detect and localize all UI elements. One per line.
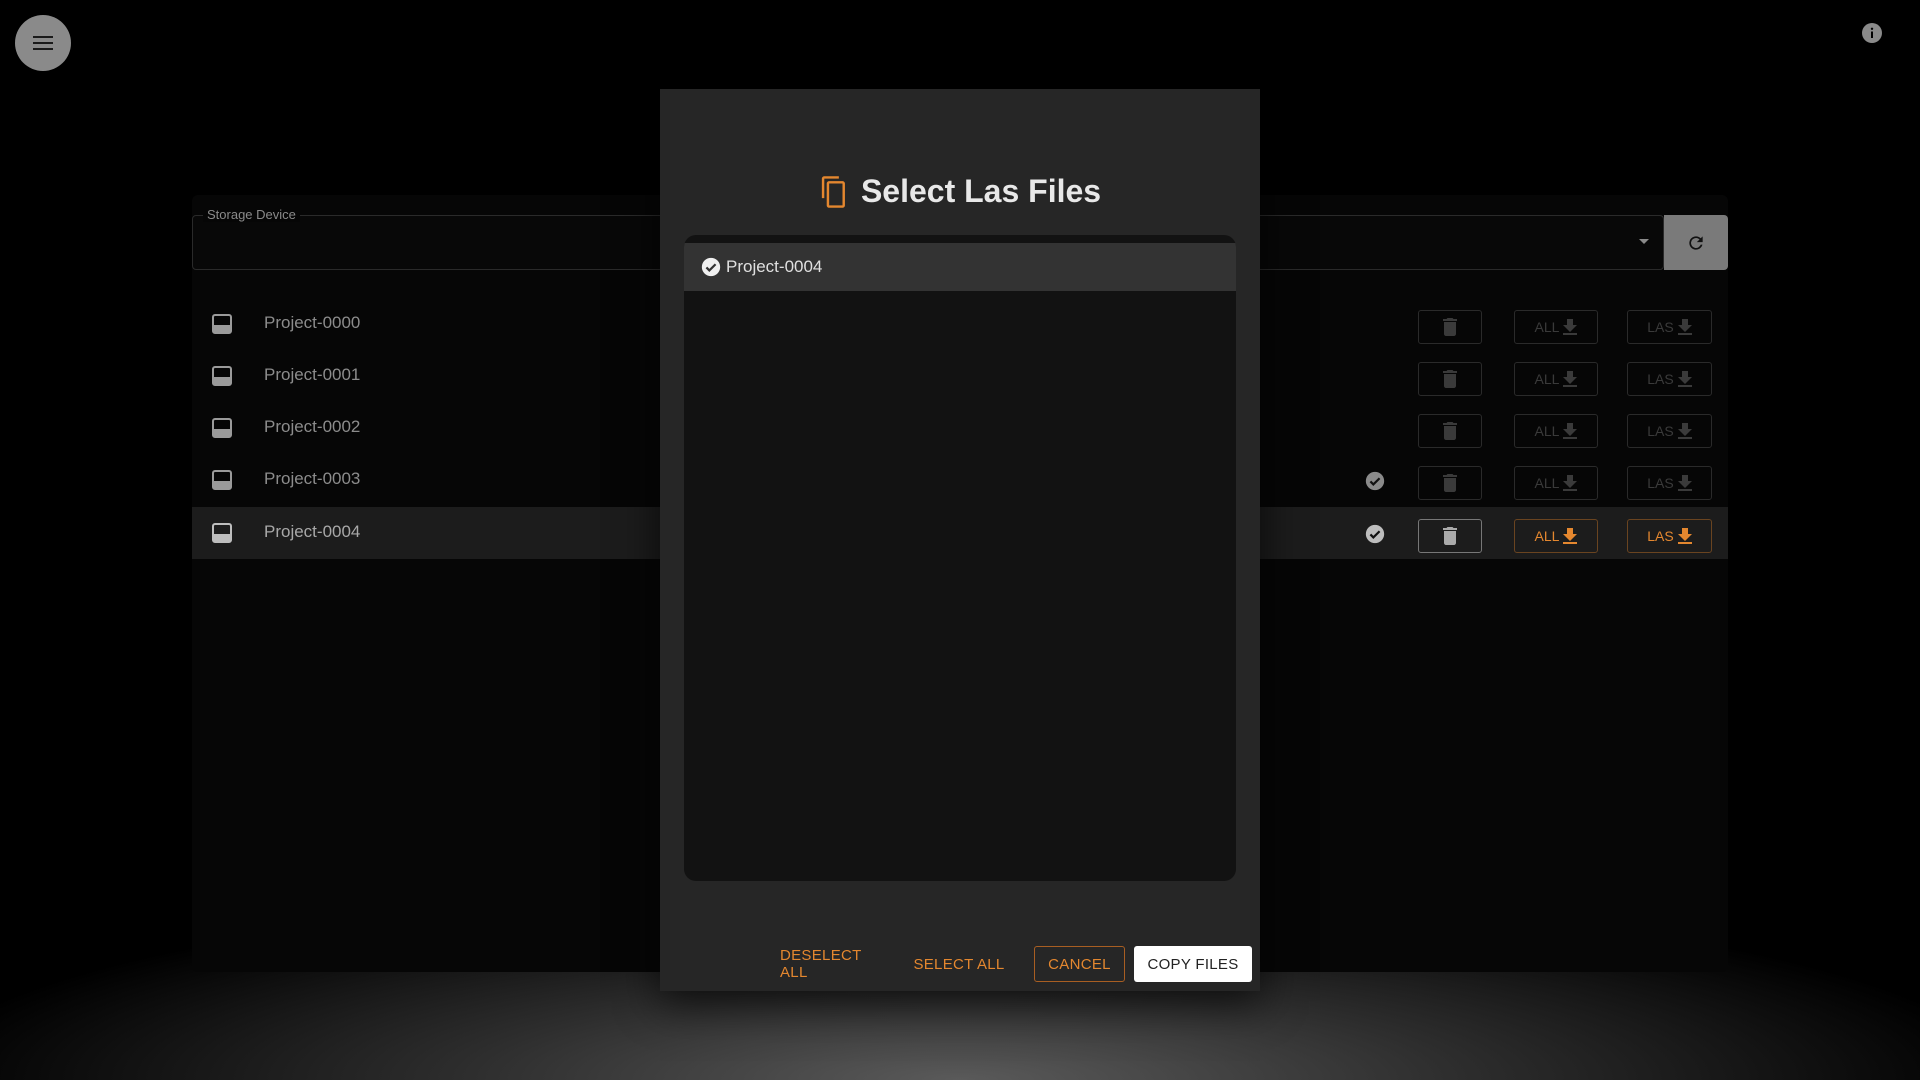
storage-device-label: Storage Device <box>203 207 300 222</box>
trash-icon <box>1443 370 1457 388</box>
download-all-label: ALL <box>1534 423 1560 439</box>
las-file-item[interactable]: Project-0004 <box>684 243 1236 291</box>
las-file-name: Project-0004 <box>726 257 823 276</box>
las-file-list: Project-0004 <box>684 235 1236 881</box>
download-las-label: LAS <box>1647 319 1674 335</box>
download-icon <box>1677 371 1692 387</box>
download-all-button[interactable]: ALL <box>1514 466 1598 500</box>
download-icon <box>1677 423 1692 439</box>
project-name: Project-0004 <box>264 522 361 541</box>
inbox-icon[interactable] <box>212 314 232 334</box>
project-name: Project-0003 <box>264 469 361 488</box>
download-icon <box>1677 475 1692 491</box>
trash-icon <box>1443 527 1457 545</box>
delete-button[interactable] <box>1418 414 1482 448</box>
copy-files-button[interactable]: COPY FILES <box>1134 946 1252 982</box>
inbox-icon[interactable] <box>212 366 232 386</box>
project-name: Project-0000 <box>264 313 361 332</box>
info-icon[interactable] <box>1862 23 1882 43</box>
download-all-button[interactable]: ALL <box>1514 310 1598 344</box>
check-circle-icon <box>1365 524 1385 544</box>
download-las-button[interactable]: LAS <box>1627 310 1712 344</box>
download-all-button[interactable]: ALL <box>1514 414 1598 448</box>
download-icon <box>1563 475 1578 491</box>
download-las-label: LAS <box>1647 423 1674 439</box>
dialog-title: Select Las Files <box>860 173 1102 209</box>
download-all-button[interactable]: ALL <box>1514 362 1598 396</box>
download-all-label: ALL <box>1534 528 1560 544</box>
deselect-all-button[interactable]: DESELECT ALL <box>780 946 890 982</box>
check-circle-icon <box>1365 471 1385 491</box>
inbox-icon[interactable] <box>212 523 232 543</box>
delete-button[interactable] <box>1418 519 1482 553</box>
download-las-button[interactable]: LAS <box>1627 466 1712 500</box>
delete-button[interactable] <box>1418 310 1482 344</box>
download-icon <box>1563 319 1578 335</box>
delete-button[interactable] <box>1418 466 1482 500</box>
download-las-button[interactable]: LAS <box>1627 362 1712 396</box>
cancel-button[interactable]: CANCEL <box>1034 946 1125 982</box>
download-all-label: ALL <box>1534 475 1560 491</box>
trash-icon <box>1443 422 1457 440</box>
download-las-label: LAS <box>1647 371 1674 387</box>
dropdown-arrow-icon <box>1639 239 1649 244</box>
project-name: Project-0002 <box>264 417 361 436</box>
download-all-label: ALL <box>1534 319 1560 335</box>
inbox-icon[interactable] <box>212 470 232 490</box>
download-icon <box>1677 319 1692 335</box>
check-circle-icon <box>701 257 721 277</box>
trash-icon <box>1443 474 1457 492</box>
select-all-button[interactable]: SELECT ALL <box>913 946 1005 982</box>
download-las-label: LAS <box>1647 475 1674 491</box>
menu-button[interactable] <box>15 15 71 71</box>
download-icon <box>1677 528 1692 544</box>
download-icon <box>1563 423 1578 439</box>
project-name: Project-0001 <box>264 365 361 384</box>
download-las-button[interactable]: LAS <box>1627 414 1712 448</box>
delete-button[interactable] <box>1418 362 1482 396</box>
inbox-icon[interactable] <box>212 418 232 438</box>
hamburger-menu-icon <box>33 36 53 50</box>
download-icon <box>1563 528 1578 544</box>
download-las-label: LAS <box>1647 528 1674 544</box>
trash-icon <box>1443 318 1457 336</box>
download-icon <box>1563 371 1578 387</box>
copy-files-icon <box>821 175 845 208</box>
select-las-files-dialog: Select Las Files Project-0004 DESELECT A… <box>660 89 1260 991</box>
refresh-icon <box>1689 235 1703 250</box>
download-all-button[interactable]: ALL <box>1514 519 1598 553</box>
download-all-label: ALL <box>1534 371 1560 387</box>
refresh-button[interactable] <box>1664 215 1728 270</box>
download-las-button[interactable]: LAS <box>1627 519 1712 553</box>
